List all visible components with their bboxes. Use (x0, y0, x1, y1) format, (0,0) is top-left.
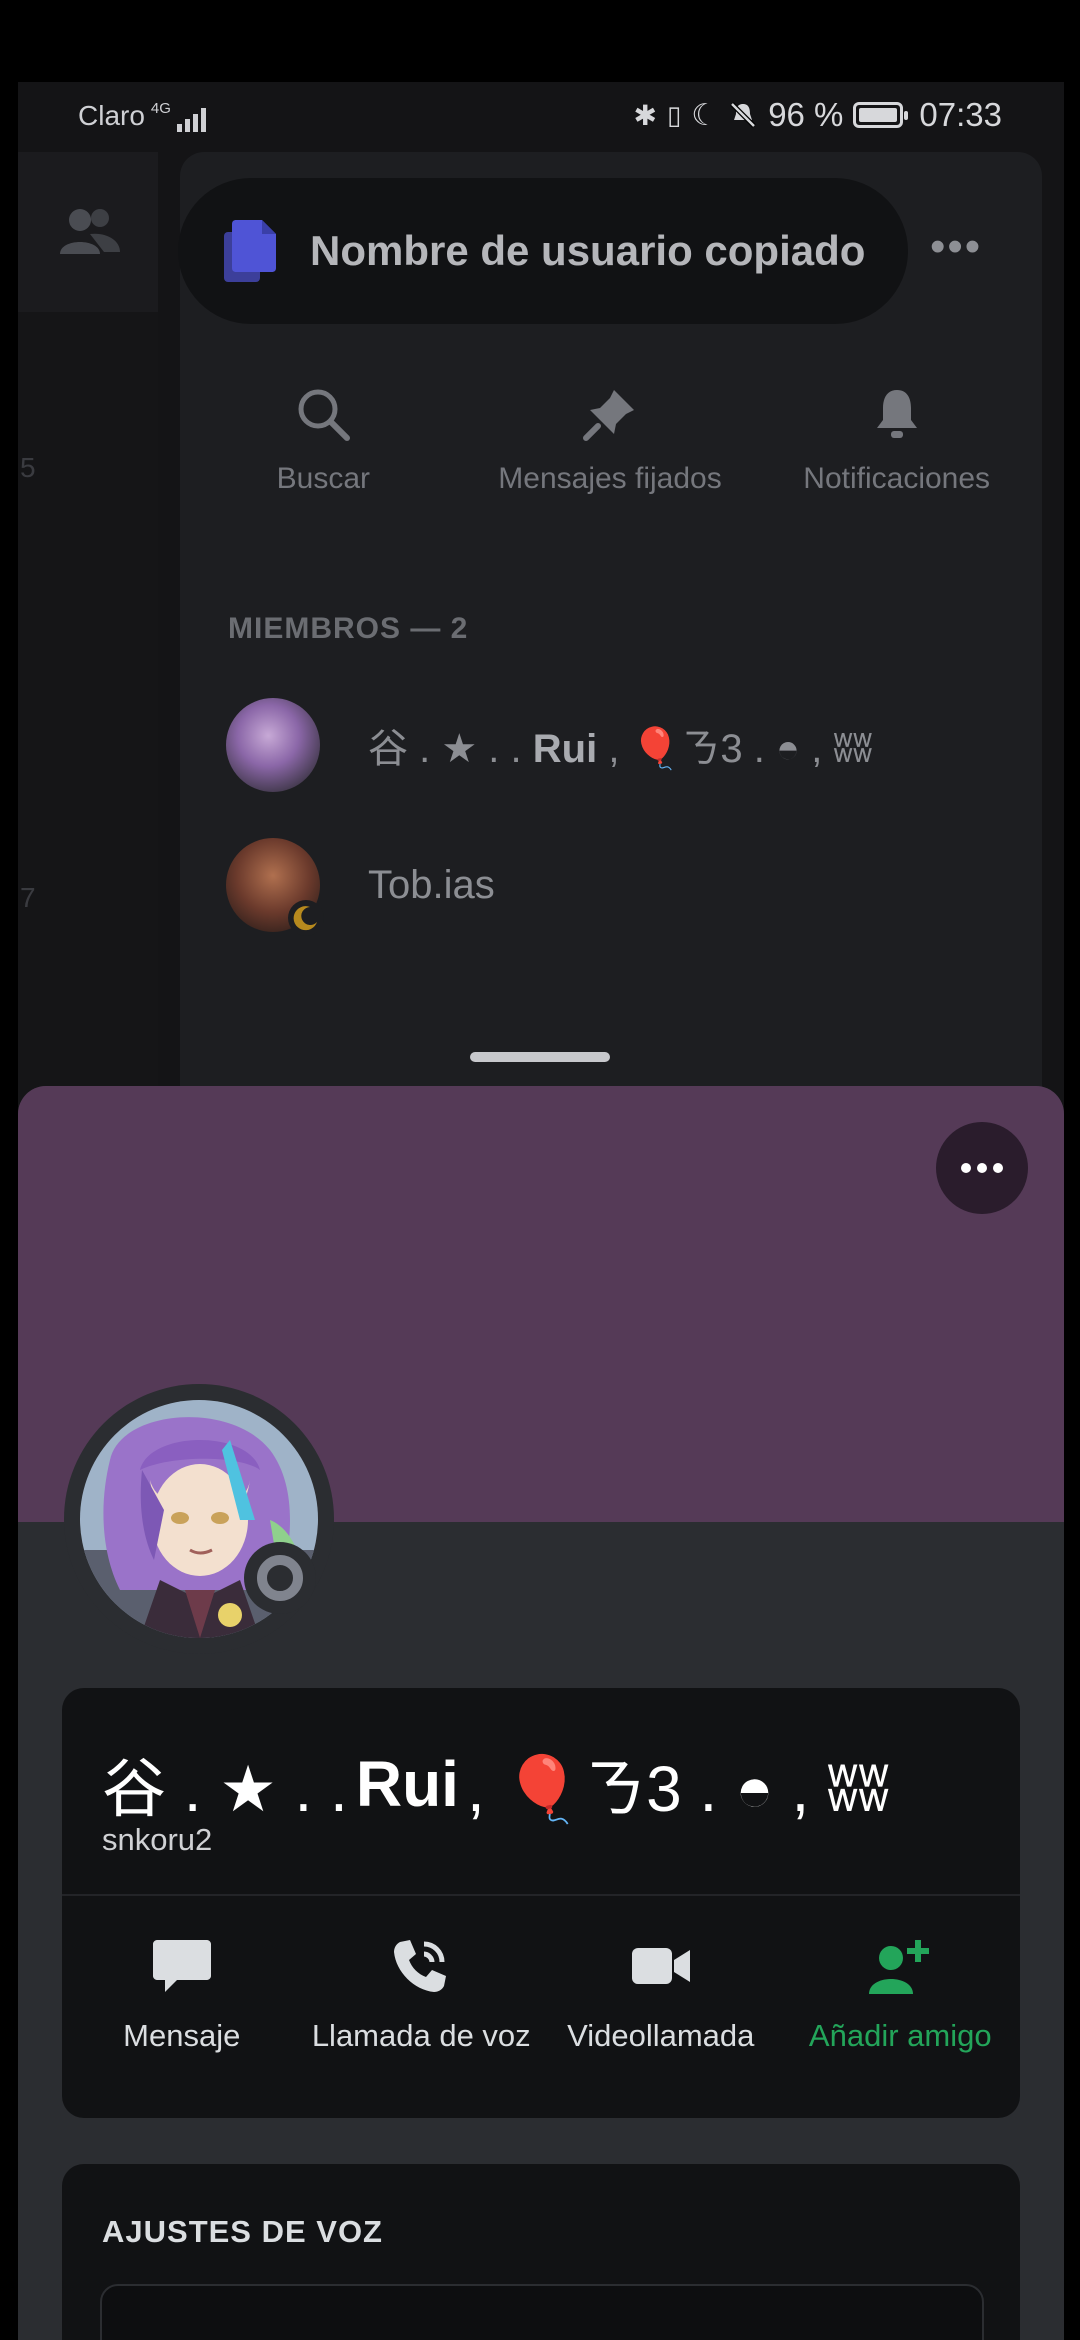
channel-actions: Buscar Mensajes fijados Notificaciones (180, 350, 1040, 530)
rail-number: 7 (20, 882, 36, 913)
avatar (226, 838, 324, 936)
profile-more-button[interactable] (936, 1122, 1028, 1214)
sheet-drag-handle[interactable] (470, 1052, 610, 1062)
friends-icon (60, 209, 120, 254)
top-band (0, 0, 1080, 82)
bluetooth-icon: ✱ (633, 99, 657, 131)
video-call-button[interactable]: Videollamada (541, 1928, 781, 2078)
moon-icon: ☾ (691, 98, 719, 132)
notifications-button[interactable]: Notificaciones (753, 350, 1040, 530)
search-button[interactable]: Buscar (180, 350, 467, 530)
message-label: Mensaje (123, 2018, 241, 2053)
profile-actions: Mensaje Llamada de voz Videollamada Añad… (62, 1928, 1020, 2078)
message-button[interactable]: Mensaje (62, 1928, 302, 2078)
video-call-label: Videollamada (567, 2018, 755, 2053)
pin-icon (583, 390, 634, 441)
member-name: Tob.ias (368, 862, 495, 907)
bell-icon (876, 390, 917, 438)
voice-settings-card: AJUSTES DE VOZ (62, 2164, 1020, 2340)
copied-toast: Nombre de usuario copiado (178, 178, 908, 324)
left-rail: 5 7 (18, 152, 158, 1122)
video-call-icon (631, 1948, 690, 1984)
voice-settings-panel[interactable] (100, 2284, 984, 2340)
pinned-label: Mensajes fijados (498, 462, 722, 495)
status-bar: Claro 4G ✱ ▯ ☾ 96 % 07:33 (0, 82, 1080, 152)
divider (62, 1894, 1020, 1896)
vibrate-icon: ▯ (666, 99, 682, 130)
copy-icon (224, 220, 276, 282)
offline-status-icon (244, 1542, 316, 1614)
idle-status-icon (288, 900, 324, 936)
add-friend-button[interactable]: Añadir amigo (781, 1928, 1021, 2078)
search-label: Buscar (276, 462, 371, 495)
username[interactable]: snkoru2 (102, 1822, 212, 1858)
profile-avatar[interactable] (64, 1384, 334, 1654)
mute-icon (730, 102, 756, 128)
profile-card: 谷 . ★ . . Rui , 🎈ㄋ3 . ◓ , ʬʬ snkoru2 Men… (62, 1688, 1020, 2118)
members-header: MIEMBROS — 2 (228, 612, 469, 645)
notifications-label: Notificaciones (803, 462, 991, 495)
clock: 07:33 (919, 96, 1002, 133)
voice-call-label: Llamada de voz (311, 2018, 531, 2053)
carrier-name: Claro (78, 100, 145, 131)
voice-call-button[interactable]: Llamada de voz (302, 1928, 542, 2078)
message-icon (152, 1940, 211, 1992)
voice-settings-title: AJUSTES DE VOZ (102, 2214, 383, 2249)
member-row[interactable]: Tob.ias (226, 838, 495, 936)
member-name: 谷 . ★ . . Rui , 🎈ㄋ3 . ◓ , ʬʬ (368, 727, 873, 771)
battery-icon (853, 102, 909, 128)
profile-sheet: 谷 . ★ . . Rui , 🎈ㄋ3 . ◓ , ʬʬ snkoru2 Men… (18, 1086, 1064, 2340)
display-name: 谷 . ★ . . Rui , 🎈ㄋ3 . ◓ , ʬʬ (102, 1748, 890, 1825)
add-friend-icon (869, 1940, 930, 1994)
voice-call-icon (394, 1940, 447, 1992)
network-type: 4G (150, 100, 171, 117)
signal-icon (176, 108, 206, 132)
battery-percent: 96 % (768, 96, 844, 133)
pinned-messages-button[interactable]: Mensajes fijados (467, 350, 754, 530)
member-row[interactable]: 谷 . ★ . . Rui , 🎈ㄋ3 . ◓ , ʬʬ (226, 698, 872, 792)
friends-tile[interactable] (18, 152, 158, 312)
search-icon (298, 389, 351, 441)
avatar (226, 698, 320, 792)
rail-number: 5 (20, 452, 36, 483)
more-options-icon[interactable]: ••• (930, 222, 982, 272)
toast-message: Nombre de usuario copiado (310, 227, 866, 274)
add-friend-label: Añadir amigo (808, 2018, 992, 2053)
